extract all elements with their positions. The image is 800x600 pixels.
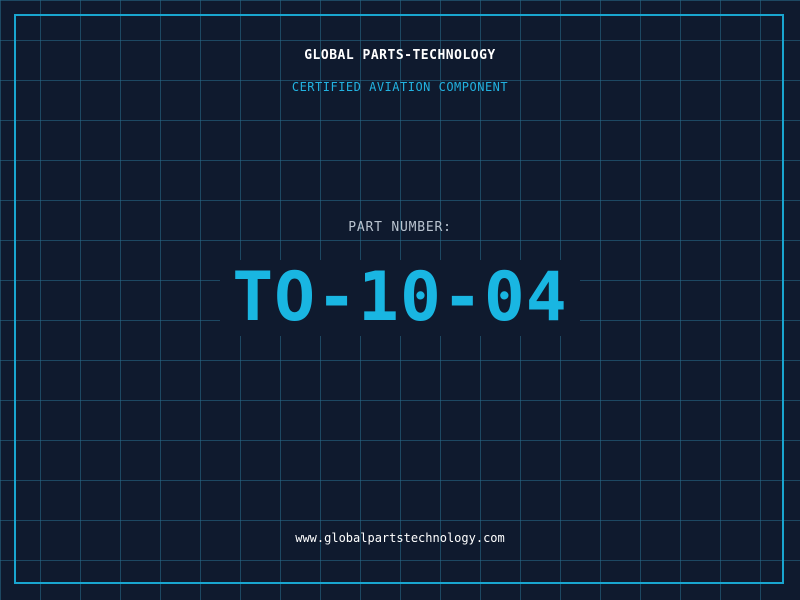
company-name: GLOBAL PARTS-TECHNOLOGY xyxy=(304,48,496,63)
part-number-panel: TO-10-04 xyxy=(220,260,580,336)
part-number-label: PART NUMBER: xyxy=(348,220,452,235)
part-number-value: TO-10-04 xyxy=(232,258,568,337)
tagline: CERTIFIED AVIATION COMPONENT xyxy=(291,80,509,94)
website-url: www.globalpartstechnology.com xyxy=(295,531,505,545)
